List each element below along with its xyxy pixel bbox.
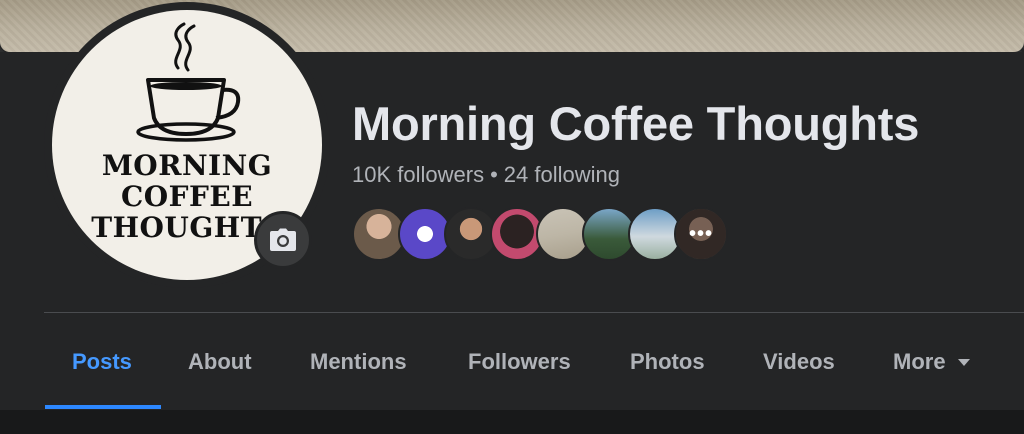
header-divider [44, 312, 1024, 313]
camera-icon [270, 228, 296, 251]
content-area-top [0, 410, 1024, 434]
tab-posts[interactable]: Posts [72, 330, 132, 394]
tab-label: Mentions [310, 349, 407, 374]
tab-videos[interactable]: Videos [763, 330, 835, 394]
logo-line-2: COFFEE [120, 180, 254, 213]
more-indicator: ••• [676, 209, 726, 259]
tab-label: About [188, 349, 252, 374]
stats-separator: • [490, 162, 498, 187]
followers-count-link[interactable]: 10K followers [352, 162, 484, 187]
logo-line-1: MORNING [101, 149, 273, 182]
profile-tabs: Posts About Mentions Followers Photos Vi… [0, 330, 1024, 410]
tab-more[interactable]: More [893, 330, 970, 394]
tab-followers[interactable]: Followers [468, 330, 571, 394]
tab-label: Posts [72, 349, 132, 374]
tab-label: More [893, 349, 946, 374]
tab-photos[interactable]: Photos [630, 330, 705, 394]
tab-label: Videos [763, 349, 835, 374]
following-count-link[interactable]: 24 following [504, 162, 620, 187]
active-tab-indicator [45, 405, 161, 409]
caret-down-icon [957, 358, 970, 366]
tab-label: Followers [468, 349, 571, 374]
page-title: Morning Coffee Thoughts [352, 97, 920, 150]
follow-stats: 10K followers • 24 following [352, 162, 620, 188]
avatar-more-followers[interactable]: ••• [674, 207, 728, 261]
tab-about[interactable]: About [188, 330, 252, 394]
tab-label: Photos [630, 349, 705, 374]
tab-mentions[interactable]: Mentions [310, 330, 407, 394]
update-profile-picture-button[interactable] [254, 211, 312, 269]
